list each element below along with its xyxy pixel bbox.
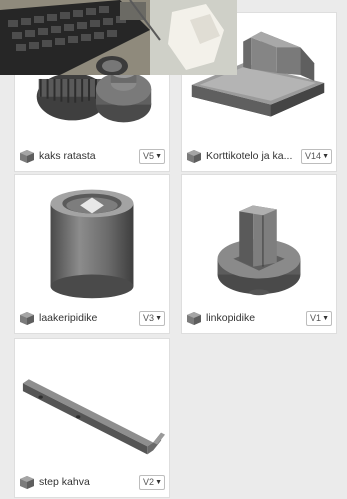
chevron-down-icon: ▼ (155, 478, 162, 486)
version-dropdown[interactable]: V2 ▼ (139, 474, 165, 490)
design-name[interactable]: linkopidike (206, 312, 302, 324)
chevron-down-icon: ▼ (322, 152, 329, 160)
design-thumbnail[interactable] (182, 175, 336, 303)
design-file-icon (20, 475, 34, 489)
chevron-down-icon: ▼ (322, 314, 329, 322)
design-thumbnail[interactable] (15, 175, 169, 303)
design-file-icon (187, 311, 201, 325)
design-thumbnail[interactable] (15, 339, 169, 467)
design-name[interactable]: step kahva (39, 476, 135, 488)
version-label: V3 (143, 313, 155, 323)
version-label: V5 (143, 151, 155, 161)
design-name[interactable]: kaks ratasta (39, 150, 135, 162)
version-dropdown[interactable]: V5 ▼ (139, 148, 165, 164)
design-file-icon (187, 149, 201, 163)
design-file-icon (20, 311, 34, 325)
design-file-icon (20, 149, 34, 163)
version-label: V1 (310, 313, 322, 323)
design-name[interactable]: laakeripidike (39, 312, 135, 324)
design-name[interactable]: Korttikotelo ja ka... (206, 150, 297, 162)
design-card-step-kahva[interactable]: step kahva V2 ▼ (14, 338, 170, 498)
chevron-down-icon: ▼ (155, 152, 162, 160)
design-card-linkopidike[interactable]: linkopidike V1 ▼ (181, 174, 337, 334)
version-dropdown[interactable]: V3 ▼ (139, 310, 165, 326)
version-label: V14 (305, 151, 322, 161)
version-dropdown[interactable]: V1 ▼ (306, 310, 332, 326)
design-card-laakeripidike[interactable]: laakeripidike V3 ▼ (14, 174, 170, 334)
overlay-photo (0, 0, 237, 75)
version-label: V2 (143, 477, 155, 487)
version-dropdown[interactable]: V14 ▼ (301, 148, 332, 164)
chevron-down-icon: ▼ (155, 314, 162, 322)
